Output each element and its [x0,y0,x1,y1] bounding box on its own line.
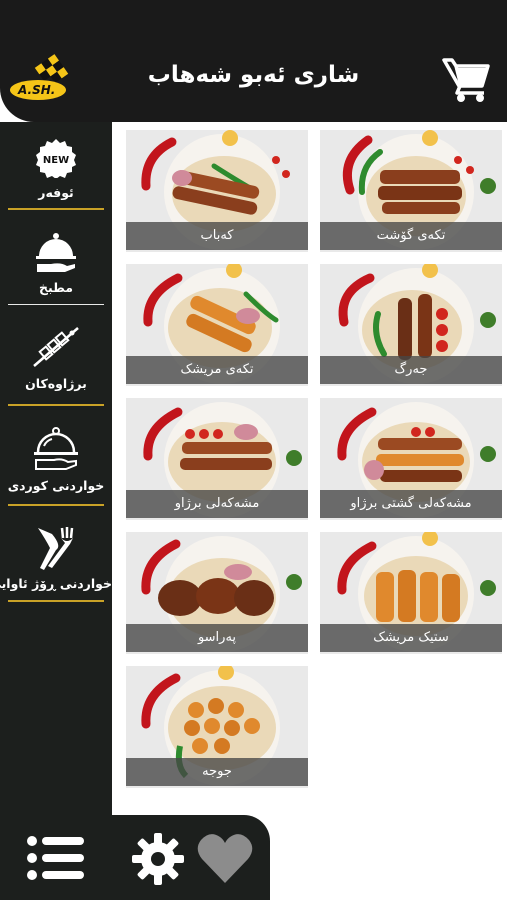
cloche-hand-icon [36,233,76,272]
sidebar-item-label: خواردنی کوردی [7,478,105,493]
menu-card-label: تکەی گۆشت [320,222,502,250]
menu-list-icon [27,836,84,880]
menu-card-label: کەباب [126,222,308,250]
divider [8,600,104,602]
favorites-button[interactable] [196,831,254,885]
menu-card[interactable]: تکەی گۆشت [320,130,502,252]
sidebar-item-label: مطبخ [38,280,74,295]
bottom-bar [0,815,270,900]
sidebar-item-label: ئوفەر [38,185,74,200]
shopping-cart-icon [442,58,490,102]
sidebar-item-western-food[interactable]: خواردنی ڕۆژ ئاوایی [0,524,112,604]
app-header: A.SH. شاری ئەبو شەهاب [0,0,507,122]
menu-card-label: مشەکەلی برژاو [126,490,308,518]
menu-card[interactable]: مشەکەلی گشتی برژاو [320,398,502,520]
menu-list-button[interactable] [26,835,86,881]
new-badge-text: NEW [43,155,69,166]
sidebar-item-grills[interactable]: برژاوەکان [0,324,112,406]
new-badge-icon: NEW [36,139,76,178]
skewer-icon [33,327,79,367]
gear-icon [132,833,184,885]
heart-icon [197,834,253,883]
sidebar-item-kurdish-food[interactable]: خواردنی کوردی [0,426,112,506]
menu-card-label: پەراسو [126,624,308,652]
menu-card[interactable]: تکەی مریشک [126,264,308,386]
cart-button[interactable] [442,56,492,104]
menu-card-label: جوجە [126,758,308,786]
divider [8,208,104,210]
sidebar-item-label: خواردنی ڕۆژ ئاوایی [0,576,112,591]
sidebar-item-label: برژاوەکان [25,376,87,391]
menu-card[interactable]: کەباب [126,130,308,252]
menu-card[interactable]: ستیک مریشک [320,532,502,654]
fork-knife-icon [38,527,74,570]
menu-card[interactable]: مشەکەلی برژاو [126,398,308,520]
menu-card-label: مشەکەلی گشتی برژاو [320,490,502,518]
menu-card-label: تکەی مریشک [126,356,308,384]
menu-card[interactable]: جەرگ [320,264,502,386]
menu-card-label: ستیک مریشک [320,624,502,652]
settings-button[interactable] [130,831,186,887]
menu-card-label: جەرگ [320,356,502,384]
divider [8,504,104,506]
divider [8,304,104,305]
category-sidebar: NEW ئوفەر مطبخ برژاوەکان خواردنی کوردی خ… [0,122,112,900]
page-title: شاری ئەبو شەهاب [147,62,360,88]
sidebar-item-kitchen[interactable]: مطبخ [0,230,112,310]
food-tray-icon [34,427,78,470]
menu-card[interactable]: جوجە [126,666,308,788]
menu-grid: تکەی گۆشت کەباب جەرگ تکەی مریشک مشەکەلی … [118,122,507,822]
sidebar-item-offers[interactable]: NEW ئوفەر [0,138,112,210]
divider [8,404,104,406]
menu-card[interactable]: پەراسو [126,532,308,654]
